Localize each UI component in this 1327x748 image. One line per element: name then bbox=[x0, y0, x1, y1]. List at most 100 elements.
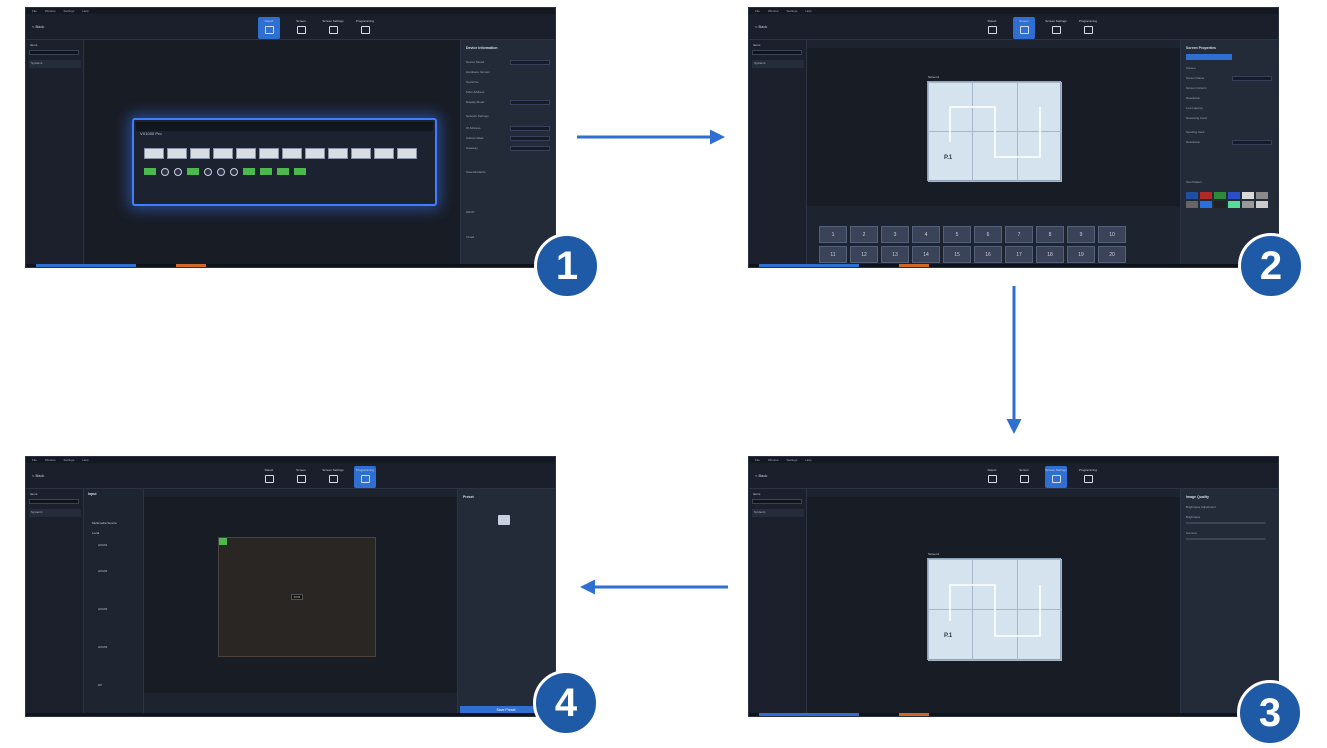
list-item-system[interactable]: System1 bbox=[752, 60, 804, 68]
tab-detect[interactable]: Detect bbox=[258, 17, 280, 39]
menu-file[interactable]: File bbox=[755, 9, 760, 13]
menu-file[interactable]: File bbox=[32, 458, 37, 462]
menu-help[interactable]: Help bbox=[805, 9, 811, 13]
port[interactable] bbox=[277, 168, 289, 175]
preset-button[interactable]: 14 bbox=[912, 246, 940, 263]
input-item[interactable]: Multimedia Source bbox=[92, 521, 117, 525]
tab-screen[interactable]: Screen bbox=[290, 17, 312, 39]
search-input[interactable] bbox=[752, 499, 802, 504]
video-wall[interactable]: Screen1 P.1 bbox=[927, 75, 1062, 182]
preset-button[interactable]: 13 bbox=[881, 246, 909, 263]
input-item[interactable]: HDMI2 bbox=[98, 569, 107, 573]
preset-button[interactable]: 18 bbox=[1036, 246, 1064, 263]
port[interactable] bbox=[294, 168, 306, 175]
search-input[interactable] bbox=[752, 50, 802, 55]
property-field[interactable] bbox=[510, 126, 550, 131]
tab-programming[interactable]: Programming bbox=[1077, 17, 1099, 39]
input-item[interactable]: DP bbox=[98, 683, 102, 687]
port[interactable] bbox=[351, 148, 371, 159]
preset-button[interactable]: 11 bbox=[819, 246, 847, 263]
preset-button[interactable]: 17 bbox=[1005, 246, 1033, 263]
port[interactable] bbox=[236, 148, 256, 159]
preset-button[interactable]: 4 bbox=[912, 226, 940, 243]
tab-screen-settings[interactable]: Screen Settings bbox=[322, 466, 344, 488]
preset-button[interactable]: 8 bbox=[1036, 226, 1064, 243]
port[interactable] bbox=[190, 148, 210, 159]
video-wall[interactable]: Screen1 P.1 bbox=[927, 552, 1062, 661]
preset-button[interactable]: 15 bbox=[943, 246, 971, 263]
preset-button[interactable]: 2 bbox=[850, 226, 878, 243]
back-button[interactable]: < Back bbox=[32, 24, 44, 29]
tab-screen[interactable]: Screen bbox=[1013, 17, 1035, 39]
menu-file[interactable]: File bbox=[32, 9, 37, 13]
input-item[interactable]: HDMI4 bbox=[98, 645, 107, 649]
preset-button[interactable]: 10 bbox=[1098, 226, 1126, 243]
swatch[interactable] bbox=[1214, 192, 1226, 199]
menu-file[interactable]: File bbox=[755, 458, 760, 462]
brightness-slider[interactable] bbox=[1186, 522, 1266, 524]
tab-detect[interactable]: Detect bbox=[258, 466, 280, 488]
menu-window[interactable]: Window bbox=[45, 9, 56, 13]
swatch[interactable] bbox=[1242, 192, 1254, 199]
tab-programming[interactable]: Programming bbox=[1077, 466, 1099, 488]
swatch[interactable] bbox=[1242, 201, 1254, 208]
menu-settings[interactable]: Settings bbox=[787, 9, 798, 13]
menu-help[interactable]: Help bbox=[805, 458, 811, 462]
swatch[interactable] bbox=[1228, 201, 1240, 208]
preset-button[interactable]: 16 bbox=[974, 246, 1002, 263]
back-button[interactable]: < Back bbox=[755, 473, 767, 478]
preset-button[interactable]: 12 bbox=[850, 246, 878, 263]
device-chassis[interactable]: VX1000 Pro bbox=[132, 118, 437, 206]
list-item-system[interactable]: System1 bbox=[752, 509, 804, 517]
list-item-system[interactable]: System1 bbox=[29, 509, 81, 517]
property-field[interactable] bbox=[510, 146, 550, 151]
input-item[interactable]: HDMI1 bbox=[98, 543, 107, 547]
port[interactable] bbox=[305, 148, 325, 159]
tab-screen-settings[interactable]: Screen Settings bbox=[322, 17, 344, 39]
swatch[interactable] bbox=[1186, 192, 1198, 199]
property-field[interactable] bbox=[1232, 140, 1272, 145]
preset-button[interactable]: 6 bbox=[974, 226, 1002, 243]
menu-window[interactable]: Window bbox=[768, 458, 779, 462]
output-screen[interactable]: DVI1 bbox=[218, 537, 376, 657]
menu-settings[interactable]: Settings bbox=[64, 458, 75, 462]
menu-help[interactable]: Help bbox=[82, 458, 88, 462]
port[interactable] bbox=[243, 168, 255, 175]
tab-detect[interactable]: Detect bbox=[981, 466, 1003, 488]
port[interactable] bbox=[167, 148, 187, 159]
tab-screen-settings[interactable]: Screen Settings bbox=[1045, 17, 1067, 39]
preset-button[interactable]: 20 bbox=[1098, 246, 1126, 263]
property-field[interactable] bbox=[510, 100, 550, 105]
tab-programming[interactable]: Programming bbox=[354, 17, 376, 39]
swatch[interactable] bbox=[1200, 192, 1212, 199]
tab-screen[interactable]: Screen bbox=[290, 466, 312, 488]
port[interactable] bbox=[213, 148, 233, 159]
port[interactable] bbox=[144, 168, 156, 175]
menu-settings[interactable]: Settings bbox=[64, 9, 75, 13]
layer-tag[interactable]: DVI1 bbox=[291, 594, 303, 600]
tab-screen[interactable]: Screen bbox=[1013, 466, 1035, 488]
port[interactable] bbox=[260, 168, 272, 175]
preset-button[interactable]: 7 bbox=[1005, 226, 1033, 243]
port[interactable] bbox=[259, 148, 279, 159]
menu-window[interactable]: Window bbox=[768, 9, 779, 13]
port[interactable] bbox=[328, 148, 348, 159]
port[interactable] bbox=[144, 148, 164, 159]
back-button[interactable]: < Back bbox=[755, 24, 767, 29]
port[interactable] bbox=[187, 168, 199, 175]
port[interactable] bbox=[374, 148, 394, 159]
preset-button[interactable]: 3 bbox=[881, 226, 909, 243]
tab-screen-settings[interactable]: Screen Settings bbox=[1045, 466, 1067, 488]
swatch[interactable] bbox=[1256, 192, 1268, 199]
preset-button[interactable]: 5 bbox=[943, 226, 971, 243]
preset-button[interactable]: 1 bbox=[819, 226, 847, 243]
preset-button[interactable]: 9 bbox=[1067, 226, 1095, 243]
property-field[interactable] bbox=[1232, 76, 1272, 81]
back-button[interactable]: < Back bbox=[32, 473, 44, 478]
swatch[interactable] bbox=[1200, 201, 1212, 208]
property-field[interactable] bbox=[510, 60, 550, 65]
gamma-slider[interactable] bbox=[1186, 538, 1266, 540]
property-field[interactable] bbox=[510, 136, 550, 141]
swatch[interactable] bbox=[1186, 201, 1198, 208]
input-item[interactable]: HDMI3 bbox=[98, 607, 107, 611]
